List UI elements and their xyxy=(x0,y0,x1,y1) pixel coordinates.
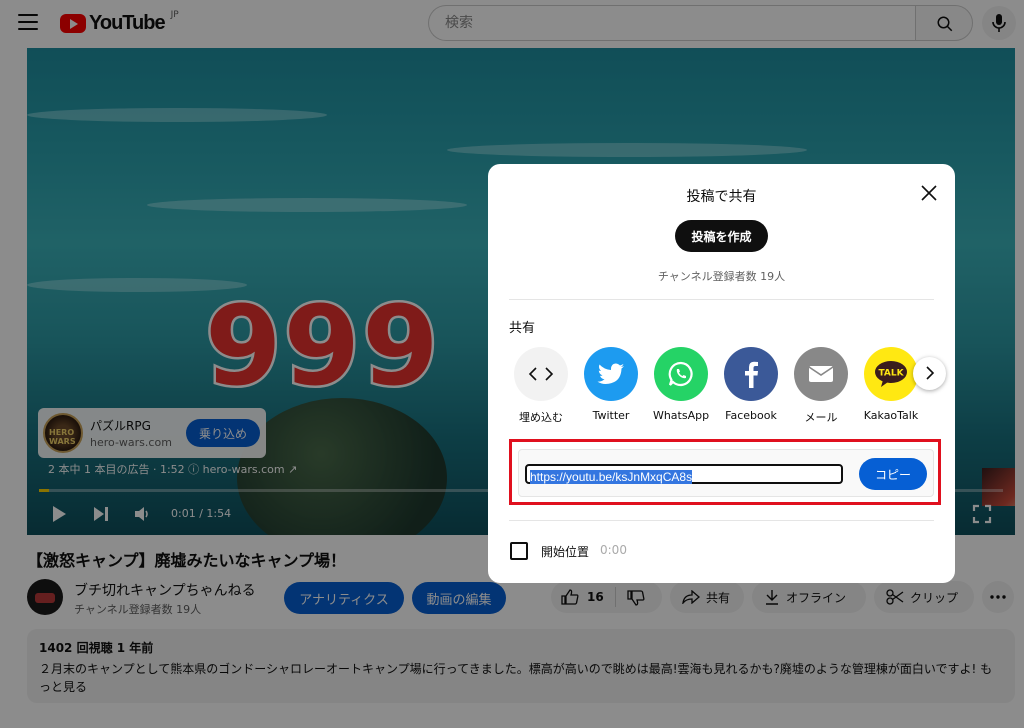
start-at-label: 開始位置 xyxy=(541,545,590,559)
share-kakaotalk[interactable]: TALK KakaoTalk xyxy=(857,347,925,422)
svg-text:TALK: TALK xyxy=(878,369,904,379)
start-at-time: 0:00 xyxy=(600,543,627,557)
share-url-input[interactable]: https://youtu.be/ksJnMxqCA8s xyxy=(525,464,843,484)
share-url-box: https://youtu.be/ksJnMxqCA8s コピー xyxy=(518,449,934,497)
copy-button[interactable]: コピー xyxy=(859,458,927,490)
share-label: KakaoTalk xyxy=(863,409,919,422)
share-label: Facebook xyxy=(725,409,777,422)
share-facebook[interactable]: Facebook xyxy=(717,347,785,422)
kakaotalk-icon: TALK xyxy=(864,347,918,401)
close-icon[interactable] xyxy=(918,182,940,204)
divider xyxy=(509,299,934,300)
email-icon xyxy=(794,347,848,401)
share-label: メール xyxy=(804,411,838,424)
facebook-icon xyxy=(724,347,778,401)
start-at-checkbox[interactable] xyxy=(510,542,528,560)
share-label: 埋め込む xyxy=(519,411,563,424)
share-whatsapp[interactable]: WhatsApp xyxy=(647,347,715,422)
chevron-right-icon xyxy=(926,366,935,380)
embed-icon xyxy=(514,347,568,401)
share-dialog-title: 投稿で共有 xyxy=(686,189,757,205)
create-post-button[interactable]: 投稿を作成 xyxy=(675,220,768,252)
share-label: WhatsApp xyxy=(652,409,710,422)
share-next-button[interactable] xyxy=(913,357,946,390)
divider xyxy=(509,520,934,521)
twitter-icon xyxy=(584,347,638,401)
share-url-text: https://youtu.be/ksJnMxqCA8s xyxy=(530,470,693,484)
whatsapp-icon xyxy=(654,347,708,401)
share-email[interactable]: メール xyxy=(787,347,855,425)
share-heading: 共有 xyxy=(509,321,536,336)
share-dialog: 投稿で共有 投稿を作成 チャンネル登録者数 19人 共有 埋め込む Twitte… xyxy=(488,164,955,583)
share-embed[interactable]: 埋め込む xyxy=(507,347,575,425)
post-subscriber-count: チャンネル登録者数 19人 xyxy=(657,270,786,283)
share-twitter[interactable]: Twitter xyxy=(577,347,645,422)
share-label: Twitter xyxy=(592,409,630,422)
